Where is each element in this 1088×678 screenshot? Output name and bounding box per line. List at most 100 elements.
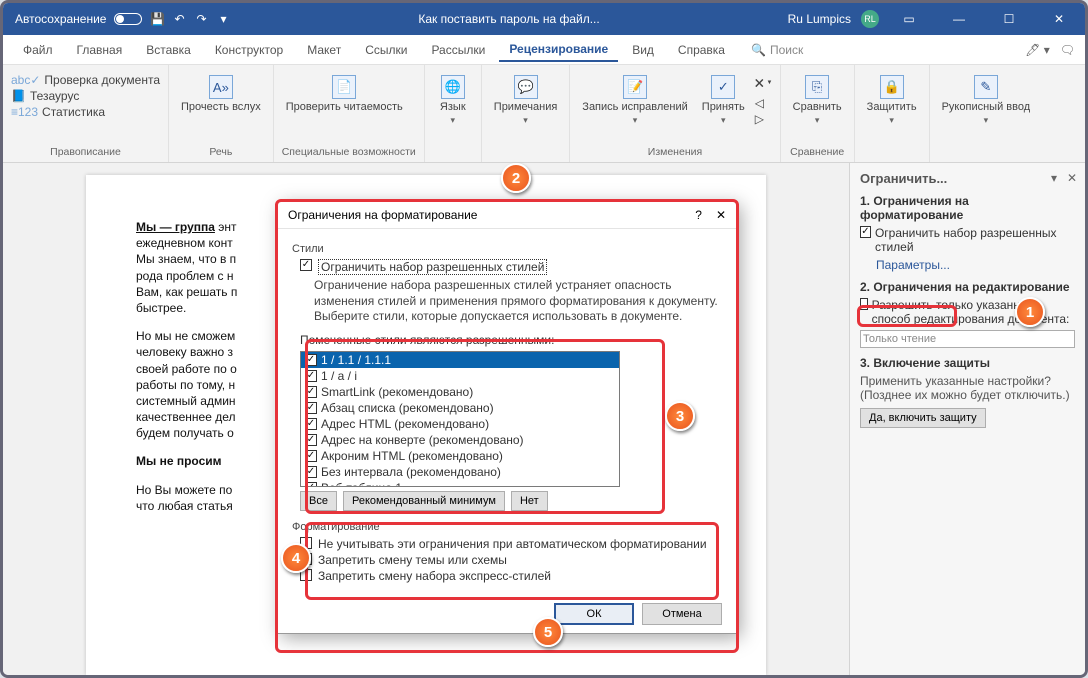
accept-button[interactable]: ✓Принять [698, 73, 749, 128]
close-icon[interactable]: ✕ [1039, 7, 1079, 31]
ink-button[interactable]: ✎Рукописный ввод [938, 73, 1035, 128]
style-list-item[interactable]: Без интервала (рекомендовано) [301, 464, 619, 480]
ok-button[interactable]: ОК [554, 603, 634, 625]
styles-listbox[interactable]: 1 / 1.1 / 1.1.11 / a / iSmartLink (реком… [300, 351, 620, 487]
comments-button[interactable]: 💬Примечания [490, 73, 562, 128]
accept-icon: ✓ [711, 75, 735, 99]
callout-2: 2 [501, 163, 531, 193]
ribbon-options-icon[interactable]: ▭ [889, 7, 929, 31]
style-list-item[interactable]: Адрес HTML (рекомендовано) [301, 416, 619, 432]
protect-button[interactable]: 🔒Защитить [863, 73, 921, 128]
tab-design[interactable]: Конструктор [205, 39, 293, 61]
style-check[interactable] [305, 466, 317, 478]
pane-edit-mode [860, 330, 1075, 348]
pane-limit-check[interactable] [860, 226, 871, 238]
share-icon[interactable]: 🖊 ▾ [1025, 43, 1050, 57]
compare-button[interactable]: ⎘Сравнить [789, 73, 846, 128]
pane-step1-title: 1. Ограничения на форматирование [860, 194, 969, 222]
callout-4: 4 [281, 543, 311, 573]
autosave-label: Автосохранение [15, 12, 106, 26]
user-name: Ru Lumpics [788, 12, 851, 26]
pane-step2-title: 2. Ограничения на редактирование [860, 280, 1070, 294]
group-speech-label: Речь [177, 146, 265, 160]
track-changes-button[interactable]: 📝Запись исправлений [578, 73, 691, 128]
tab-references[interactable]: Ссылки [355, 39, 417, 61]
dialog-close-icon[interactable]: ✕ [716, 208, 726, 222]
track-icon: 📝 [623, 75, 647, 99]
style-check[interactable] [305, 402, 317, 414]
tab-view[interactable]: Вид [622, 39, 664, 61]
language-icon: 🌐 [441, 75, 465, 99]
comment-icon: 💬 [514, 75, 538, 99]
pane-settings-link[interactable]: Параметры... [876, 258, 1075, 272]
avatar[interactable]: RL [861, 10, 879, 28]
pane-edit-check[interactable] [860, 298, 868, 310]
tab-mailings[interactable]: Рассылки [421, 39, 495, 61]
style-list-item[interactable]: Веб-таблица 1 [301, 480, 619, 487]
limit-styles-check[interactable] [300, 259, 312, 271]
tab-layout[interactable]: Макет [297, 39, 351, 61]
none-button[interactable]: Нет [511, 491, 548, 511]
reject-button[interactable]: 🗙 ▾ [755, 73, 772, 94]
pane-title: Ограничить... [860, 171, 1075, 186]
read-aloud-button[interactable]: A»Прочесть вслух [177, 73, 265, 115]
search-box[interactable]: 🔍 Поиск [751, 43, 803, 57]
compare-icon: ⎘ [805, 75, 829, 99]
check-accessibility-button[interactable]: 📄Проверить читаемость [282, 73, 407, 115]
marked-styles-label: Помеченные стили являются разрешенными: [300, 333, 722, 347]
autosave-toggle[interactable] [114, 13, 142, 25]
tab-help[interactable]: Справка [668, 39, 735, 61]
dialog-help-icon[interactable]: ? [695, 208, 702, 222]
style-check[interactable] [305, 370, 317, 382]
tab-home[interactable]: Главная [67, 39, 133, 61]
document-title: Как поставить пароль на файл... [230, 12, 787, 26]
redo-icon[interactable]: ↷ [194, 12, 208, 26]
enable-protection-button[interactable]: Да, включить защиту [860, 408, 986, 428]
tab-review[interactable]: Рецензирование [499, 38, 618, 62]
styles-section-label: Стили [292, 243, 722, 255]
save-icon[interactable]: 💾 [150, 12, 164, 26]
comments-icon[interactable]: 🗨 [1060, 43, 1075, 57]
cancel-button[interactable]: Отмена [642, 603, 722, 625]
style-check[interactable] [305, 482, 317, 487]
style-list-item[interactable]: 1 / a / i [301, 368, 619, 384]
style-list-item[interactable]: 1 / 1.1 / 1.1.1 [301, 352, 619, 368]
language-button[interactable]: 🌐Язык [433, 73, 473, 128]
stats-button[interactable]: ≡123Статистика [11, 105, 160, 119]
style-check[interactable] [305, 434, 317, 446]
maximize-icon[interactable]: ☐ [989, 7, 1029, 31]
style-check[interactable] [305, 386, 317, 398]
pane-close-icon[interactable]: ✕ [1067, 171, 1077, 185]
read-aloud-icon: A» [209, 75, 233, 99]
ink-icon: ✎ [974, 75, 998, 99]
group-compare-label: Сравнение [789, 146, 846, 160]
prev-change-button[interactable]: ◁ [755, 96, 772, 110]
tab-file[interactable]: Файл [13, 39, 63, 61]
group-spelling-label: Правописание [11, 146, 160, 160]
style-list-item[interactable]: Акроним HTML (рекомендовано) [301, 448, 619, 464]
all-button[interactable]: Все [300, 491, 337, 511]
dialog-title: Ограничения на форматирование [288, 208, 477, 222]
style-check[interactable] [305, 418, 317, 430]
next-change-button[interactable]: ▷ [755, 112, 772, 126]
style-check[interactable] [305, 354, 317, 366]
style-list-item[interactable]: Адрес на конверте (рекомендовано) [301, 432, 619, 448]
qat-dropdown-icon[interactable]: ▾ [216, 12, 230, 26]
protect-icon: 🔒 [880, 75, 904, 99]
spellcheck-button[interactable]: abc✓Проверка документа [11, 73, 160, 87]
recommended-button[interactable]: Рекомендованный минимум [343, 491, 505, 511]
tab-insert[interactable]: Вставка [136, 39, 201, 61]
minimize-icon[interactable]: — [939, 7, 979, 31]
undo-icon[interactable]: ↶ [172, 12, 186, 26]
search-icon: 🔍 [751, 43, 766, 57]
pane-menu-icon[interactable]: ▾ [1051, 171, 1057, 185]
pane-step3-title: 3. Включение защиты [860, 356, 990, 370]
style-list-item[interactable]: Абзац списка (рекомендовано) [301, 400, 619, 416]
thesaurus-button[interactable]: 📘Тезаурус [11, 89, 160, 103]
limit-desc: Ограничение набора разрешенных стилей ус… [314, 278, 722, 325]
style-list-item[interactable]: SmartLink (рекомендовано) [301, 384, 619, 400]
callout-3: 3 [665, 401, 695, 431]
accessibility-icon: 📄 [332, 75, 356, 99]
style-check[interactable] [305, 450, 317, 462]
restrict-editing-pane: ✕ ▾ Ограничить... 1. Ограничения на форм… [849, 163, 1085, 675]
